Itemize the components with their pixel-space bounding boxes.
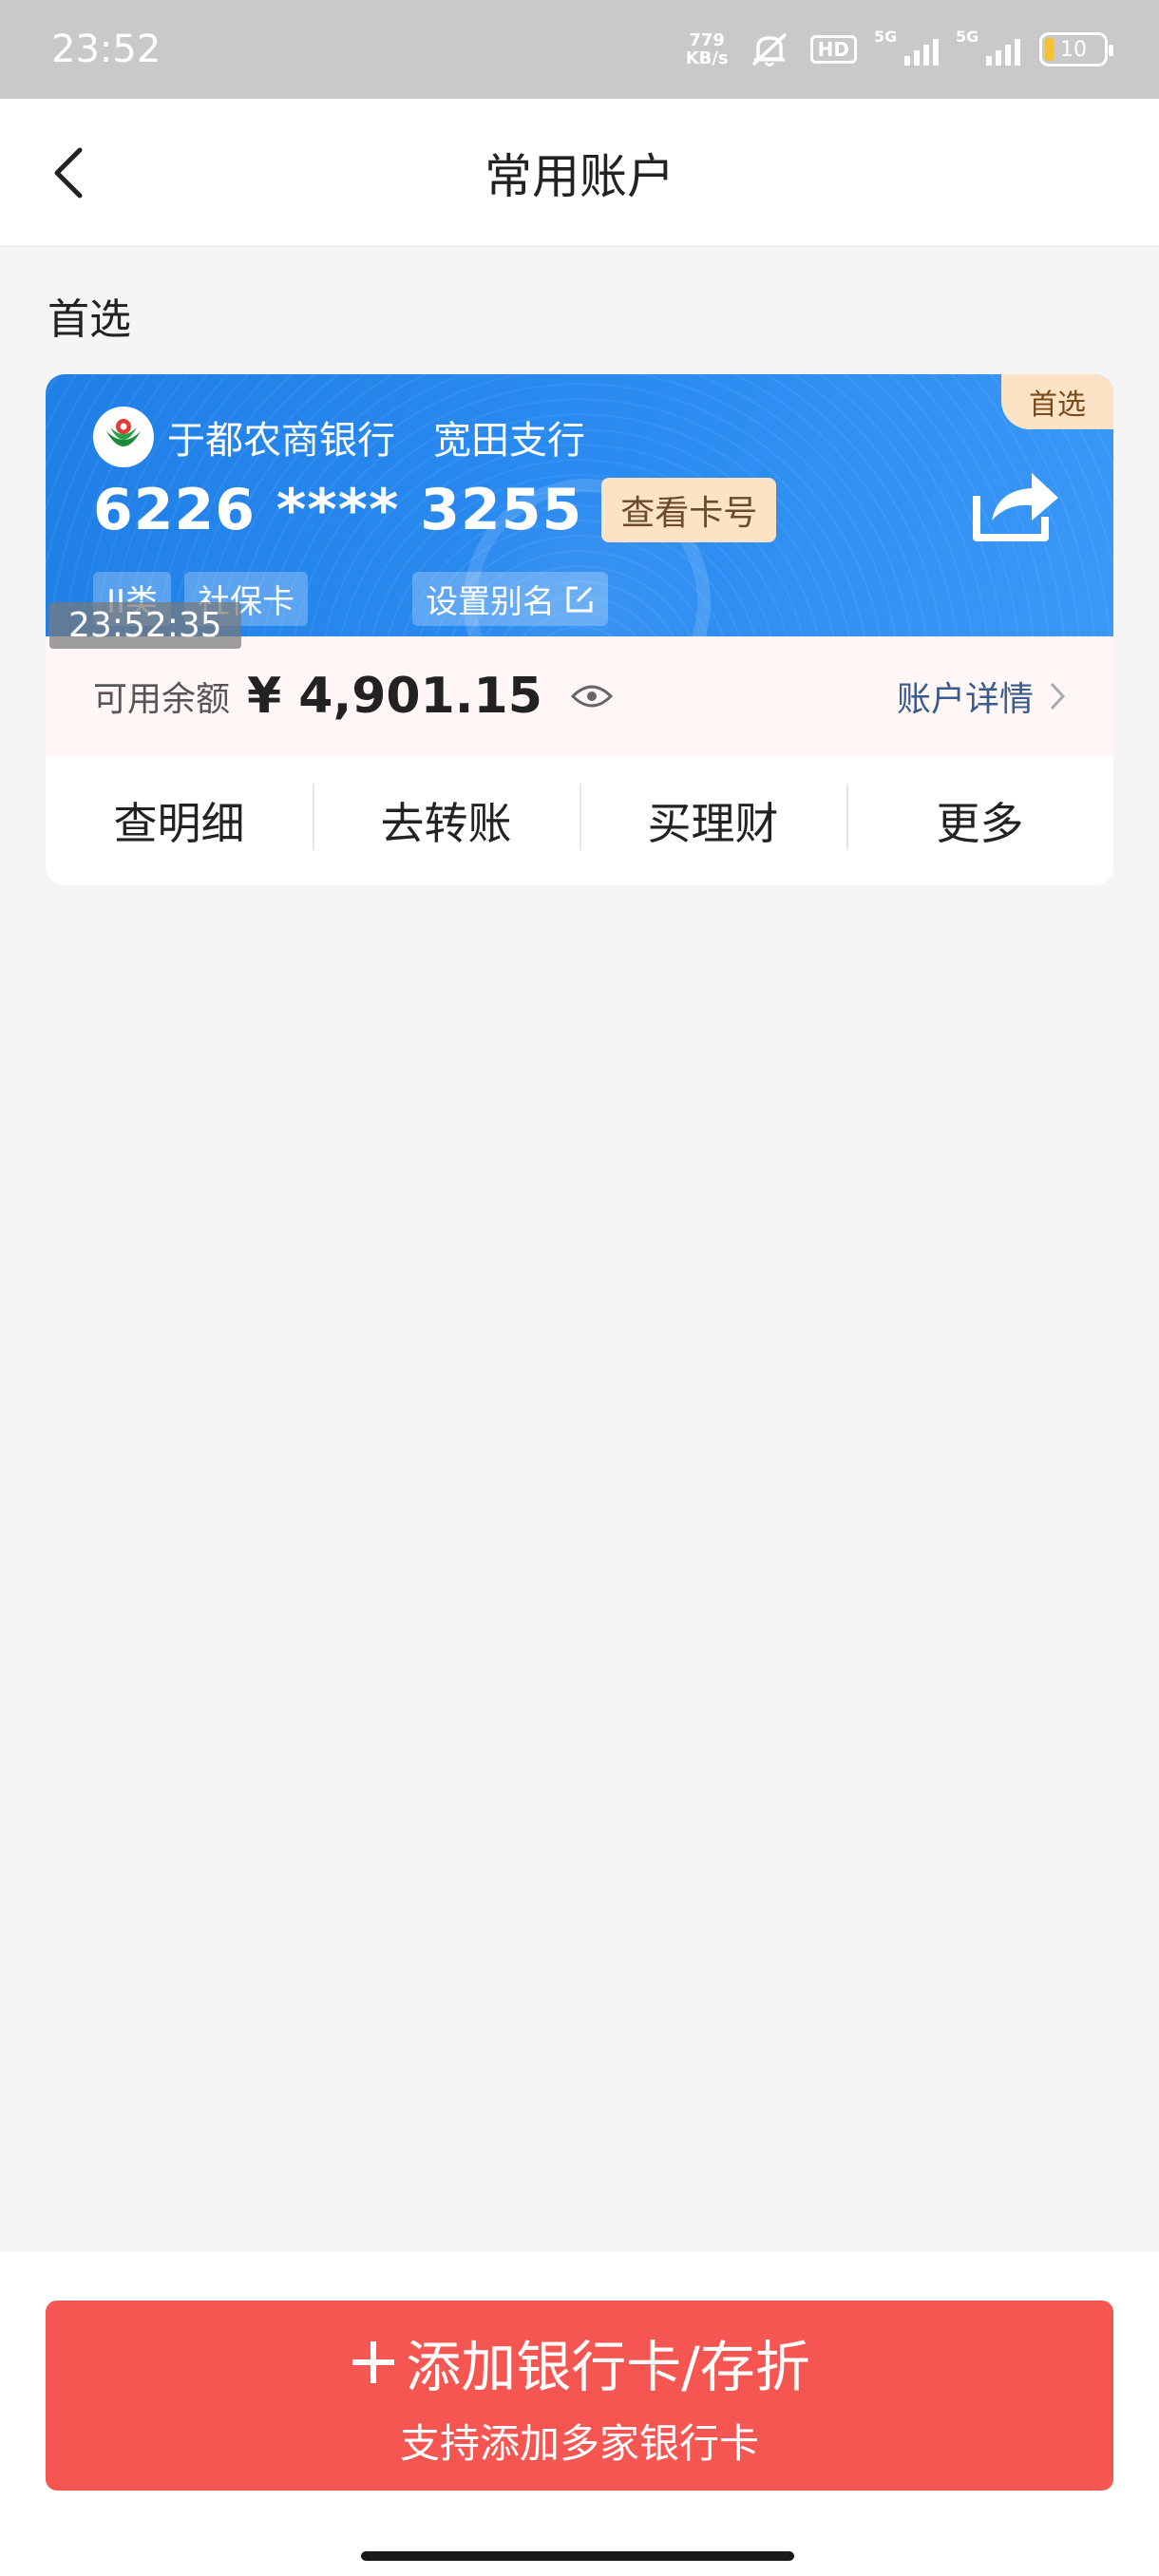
edit-icon: [566, 586, 593, 612]
add-bank-card-button[interactable]: 添加银行卡/存折 支持添加多家银行卡: [46, 2301, 1113, 2491]
status-icons: 779 KB/s HD 5G 5G 10: [686, 28, 1113, 68]
signal-type-label: 5G: [874, 28, 898, 46]
signal-strength-icon-2: 5G: [956, 28, 1020, 66]
status-time: 23:52: [51, 28, 162, 71]
set-alias-label: 设置别名: [426, 583, 555, 621]
page-title: 常用账户: [484, 148, 674, 204]
share-icon[interactable]: [969, 462, 1064, 543]
balance-value: ¥ 4,901.15: [247, 668, 542, 725]
preferred-badge: 首选: [1001, 374, 1113, 429]
bank-card[interactable]: 首选 于都农商银行 宽田支行 6226 **** 3255 查看卡号 社保卡 设…: [46, 374, 1113, 636]
account-details-label: 账户详情: [896, 680, 1034, 719]
hd-voice-icon: HD: [809, 35, 857, 64]
add-bank-card-label: 添加银行卡/存折: [406, 2334, 810, 2399]
network-speed-value: 779: [689, 30, 725, 50]
home-indicator[interactable]: [361, 2551, 794, 2561]
balance-label: 可用余额: [93, 680, 231, 719]
eye-icon[interactable]: [570, 683, 613, 710]
balance-row: 可用余额 ¥ 4,901.15 账户详情: [46, 636, 1113, 756]
network-speed: 779 KB/s: [686, 31, 729, 67]
action-more[interactable]: 更多: [846, 784, 1113, 852]
view-card-number-button[interactable]: 查看卡号: [601, 478, 777, 542]
set-alias-button[interactable]: 设置别名: [412, 572, 608, 626]
account-actions: 查明细 去转账 买理财 更多: [46, 756, 1113, 885]
chevron-left-icon: [54, 147, 83, 199]
bank-logo-icon: [93, 407, 154, 467]
back-button[interactable]: [42, 146, 95, 199]
chevron-right-icon: [1050, 682, 1066, 710]
screenshot-timestamp: 23:52:35: [49, 602, 241, 649]
bank-branch: 宽田支行: [433, 419, 585, 463]
account-details-link[interactable]: 账户详情: [897, 672, 1066, 721]
bank-info: 于都农商银行 宽田支行: [93, 407, 585, 467]
action-transfer[interactable]: 去转账: [313, 784, 580, 852]
add-bank-card-subtitle: 支持添加多家银行卡: [399, 2419, 759, 2467]
card-number: 6226 **** 3255: [93, 477, 583, 543]
mute-bell-icon: [751, 32, 787, 66]
bottom-bar: 添加银行卡/存折 支持添加多家银行卡: [0, 2251, 1159, 2576]
signal-type-label-2: 5G: [956, 28, 979, 46]
battery-level: 10: [1060, 37, 1087, 62]
add-bank-card-title: 添加银行卡/存折: [349, 2322, 810, 2402]
status-bar: 23:52 779 KB/s HD 5G 5G 10: [0, 0, 1159, 99]
bank-name: 于都农商银行: [167, 419, 395, 463]
action-wealth[interactable]: 买理财: [580, 784, 846, 852]
section-label-preferred: 首选: [48, 295, 131, 344]
network-speed-unit: KB/s: [685, 48, 729, 68]
signal-strength-icon: 5G: [874, 28, 939, 66]
action-view-details[interactable]: 查明细: [46, 789, 313, 852]
nav-bar: 常用账户: [0, 99, 1159, 247]
plus-icon: [352, 2340, 395, 2383]
card-number-row: 6226 **** 3255 查看卡号: [93, 477, 777, 543]
battery-icon: 10: [1039, 32, 1113, 66]
